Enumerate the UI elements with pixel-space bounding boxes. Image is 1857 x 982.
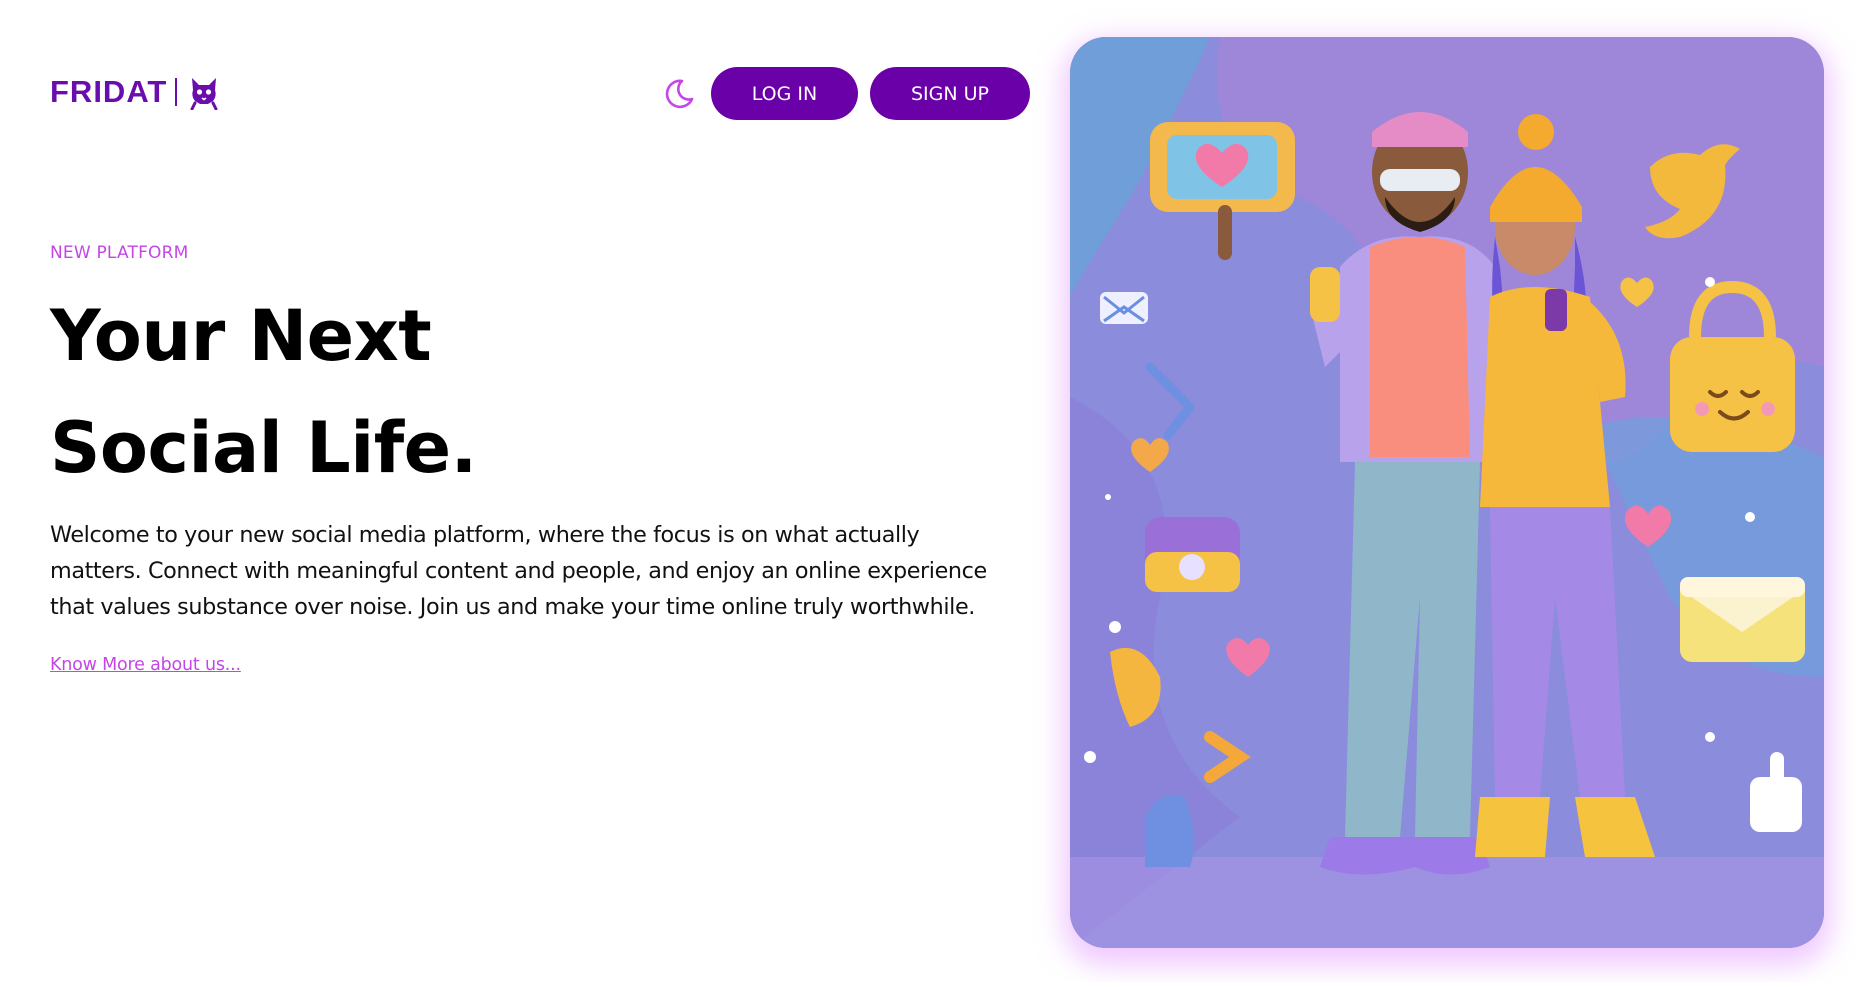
know-more-link[interactable]: Know More about us... bbox=[50, 655, 241, 675]
hero-text-column: FRIDAT LOG IN SIGN UP NEW PLATFORM Your … bbox=[50, 0, 1030, 982]
login-button[interactable]: LOG IN bbox=[711, 67, 858, 120]
eyebrow-label: NEW PLATFORM bbox=[50, 243, 189, 263]
brand-logo[interactable]: FRIDAT bbox=[50, 74, 222, 111]
logo-divider bbox=[175, 78, 178, 106]
hero-description: Welcome to your new social media platfor… bbox=[50, 522, 987, 620]
headline-line-2: Social Life. bbox=[50, 407, 477, 489]
cat-mascot-icon bbox=[186, 74, 222, 111]
headline-line-1: Your Next bbox=[50, 295, 432, 377]
logo-wordmark: FRIDAT bbox=[50, 74, 168, 109]
signup-button[interactable]: SIGN UP bbox=[870, 67, 1030, 120]
hero-illustration bbox=[1070, 37, 1824, 948]
header-nav: LOG IN SIGN UP bbox=[661, 67, 1030, 120]
moon-icon[interactable] bbox=[661, 76, 697, 112]
page-title: Your Next Social Life. bbox=[50, 280, 477, 504]
